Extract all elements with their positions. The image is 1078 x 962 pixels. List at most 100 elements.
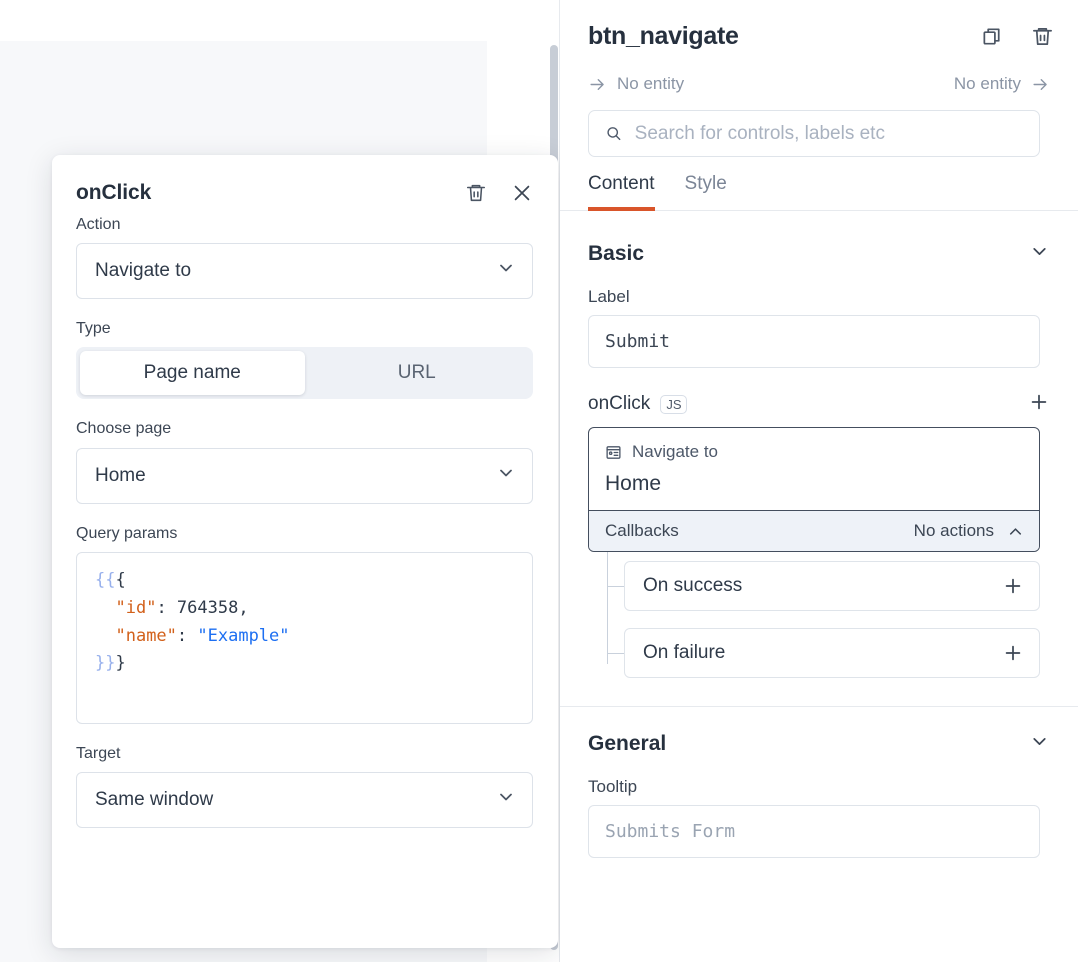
section-basic-header[interactable]: Basic (560, 235, 1078, 273)
search-wrapper (560, 102, 1078, 157)
tab-content[interactable]: Content (588, 173, 655, 211)
chevron-up-icon (1006, 522, 1025, 541)
close-icon[interactable] (510, 181, 534, 205)
choose-page-label: Choose page (76, 419, 534, 438)
search-input[interactable] (635, 123, 1023, 145)
panel-tabs: Content Style (560, 173, 1078, 211)
tooltip-field: Tooltip Submits Form (560, 777, 1078, 858)
chevron-down-icon (496, 787, 516, 813)
target-select[interactable]: Same window (76, 772, 533, 828)
target-value: Same window (95, 789, 213, 811)
code-token-punc (95, 626, 115, 646)
onclick-action-kind-label: Navigate to (632, 442, 718, 462)
action-select-value: Navigate to (95, 260, 191, 282)
target-field: Target Same window (76, 744, 534, 828)
onclick-event-name: onClick (588, 393, 650, 415)
page-icon (605, 444, 622, 461)
query-params-label: Query params (76, 524, 534, 543)
action-field: Action Navigate to (76, 215, 534, 299)
chevron-down-icon (1029, 731, 1050, 757)
code-token-key: "id" (115, 598, 156, 618)
panel-header-actions (980, 24, 1054, 48)
callbacks-status-wrap: No actions (914, 521, 1025, 541)
tree-branch (607, 586, 624, 587)
section-general-header[interactable]: General (560, 725, 1078, 763)
search-icon (605, 124, 623, 143)
chevron-down-icon (1029, 241, 1050, 267)
section-general-title: General (588, 732, 666, 756)
code-token-punc: : (177, 626, 197, 646)
modal-header: onClick (76, 155, 534, 215)
onclick-action-modal: onClick Action Navigate to (52, 155, 558, 948)
type-option-url[interactable]: URL (305, 351, 530, 395)
query-params-field: Query params {{{ "id": 764358, "name": "… (76, 524, 534, 724)
entity-navigation: No entity No entity (560, 66, 1078, 102)
tab-style[interactable]: Style (685, 173, 727, 211)
chevron-down-icon (496, 258, 516, 284)
tree-branch (607, 653, 624, 654)
callbacks-tree: On success On failure (560, 552, 1078, 678)
code-token-moustache: {{ (95, 570, 115, 590)
section-divider (560, 706, 1078, 707)
callback-on-failure-label: On failure (643, 642, 725, 664)
tree-trunk (607, 552, 608, 664)
section-basic-title: Basic (588, 242, 644, 266)
label-input[interactable]: Submit (588, 315, 1040, 368)
add-onclick-action-button[interactable] (1028, 391, 1050, 418)
search-box[interactable] (588, 110, 1040, 157)
tooltip-field-label: Tooltip (588, 777, 1050, 797)
code-token-num: 764358 (177, 598, 238, 618)
property-panel: btn_navigate No ent (560, 0, 1078, 962)
type-segmented-control: Page name URL (76, 347, 533, 399)
code-token-punc: : (156, 598, 176, 618)
arrow-right-icon (588, 75, 607, 94)
callbacks-toggle[interactable]: Callbacks No actions (589, 510, 1039, 551)
entity-prev-label: No entity (617, 74, 684, 94)
type-field: Type Page name URL (76, 319, 534, 399)
onclick-action-value: Home (605, 472, 1023, 496)
action-label: Action (76, 215, 534, 234)
plus-icon (1002, 642, 1024, 664)
tooltip-input[interactable]: Submits Form (588, 805, 1040, 858)
type-option-page-name[interactable]: Page name (80, 351, 305, 395)
code-token-moustache: }} (95, 653, 115, 673)
code-token-punc: , (238, 598, 248, 618)
entity-prev-link[interactable]: No entity (588, 74, 684, 94)
copy-icon[interactable] (980, 24, 1004, 48)
callbacks-status: No actions (914, 521, 994, 541)
choose-page-select[interactable]: Home (76, 448, 533, 504)
onclick-event-row: onClick JS (560, 390, 1078, 418)
label-field-label: Label (588, 287, 1050, 307)
modal-header-actions (464, 181, 534, 205)
choose-page-value: Home (95, 465, 146, 487)
target-label: Target (76, 744, 534, 763)
code-token-brace: { (115, 570, 125, 590)
app-root: onClick Action Navigate to (0, 0, 1078, 962)
code-token-str: "Example" (197, 626, 289, 646)
chevron-down-icon (496, 463, 516, 489)
label-field: Label Submit (560, 287, 1078, 368)
type-label: Type (76, 319, 534, 338)
code-token-brace: } (115, 653, 125, 673)
trash-icon[interactable] (464, 181, 488, 205)
query-params-editor[interactable]: {{{ "id": 764358, "name": "Example" }}} (76, 552, 533, 724)
js-badge[interactable]: JS (660, 395, 687, 414)
code-token-punc (95, 598, 115, 618)
onclick-action-card: Navigate to Home Callbacks No actions (588, 427, 1040, 552)
entity-next-link[interactable]: No entity (954, 74, 1050, 94)
arrow-right-icon (1031, 75, 1050, 94)
onclick-action-summary[interactable]: Navigate to Home (589, 428, 1039, 510)
page-title: btn_navigate (588, 22, 739, 51)
entity-next-label: No entity (954, 74, 1021, 94)
modal-title: onClick (76, 181, 151, 205)
callback-on-success-label: On success (643, 575, 742, 597)
callback-on-success[interactable]: On success (624, 561, 1040, 611)
panel-header: btn_navigate (560, 0, 1078, 56)
plus-icon (1002, 575, 1024, 597)
code-token-key: "name" (115, 626, 176, 646)
trash-icon[interactable] (1030, 24, 1054, 48)
callback-on-failure[interactable]: On failure (624, 628, 1040, 678)
onclick-action-kind: Navigate to (605, 442, 1023, 462)
action-select[interactable]: Navigate to (76, 243, 533, 299)
choose-page-field: Choose page Home (76, 419, 534, 503)
